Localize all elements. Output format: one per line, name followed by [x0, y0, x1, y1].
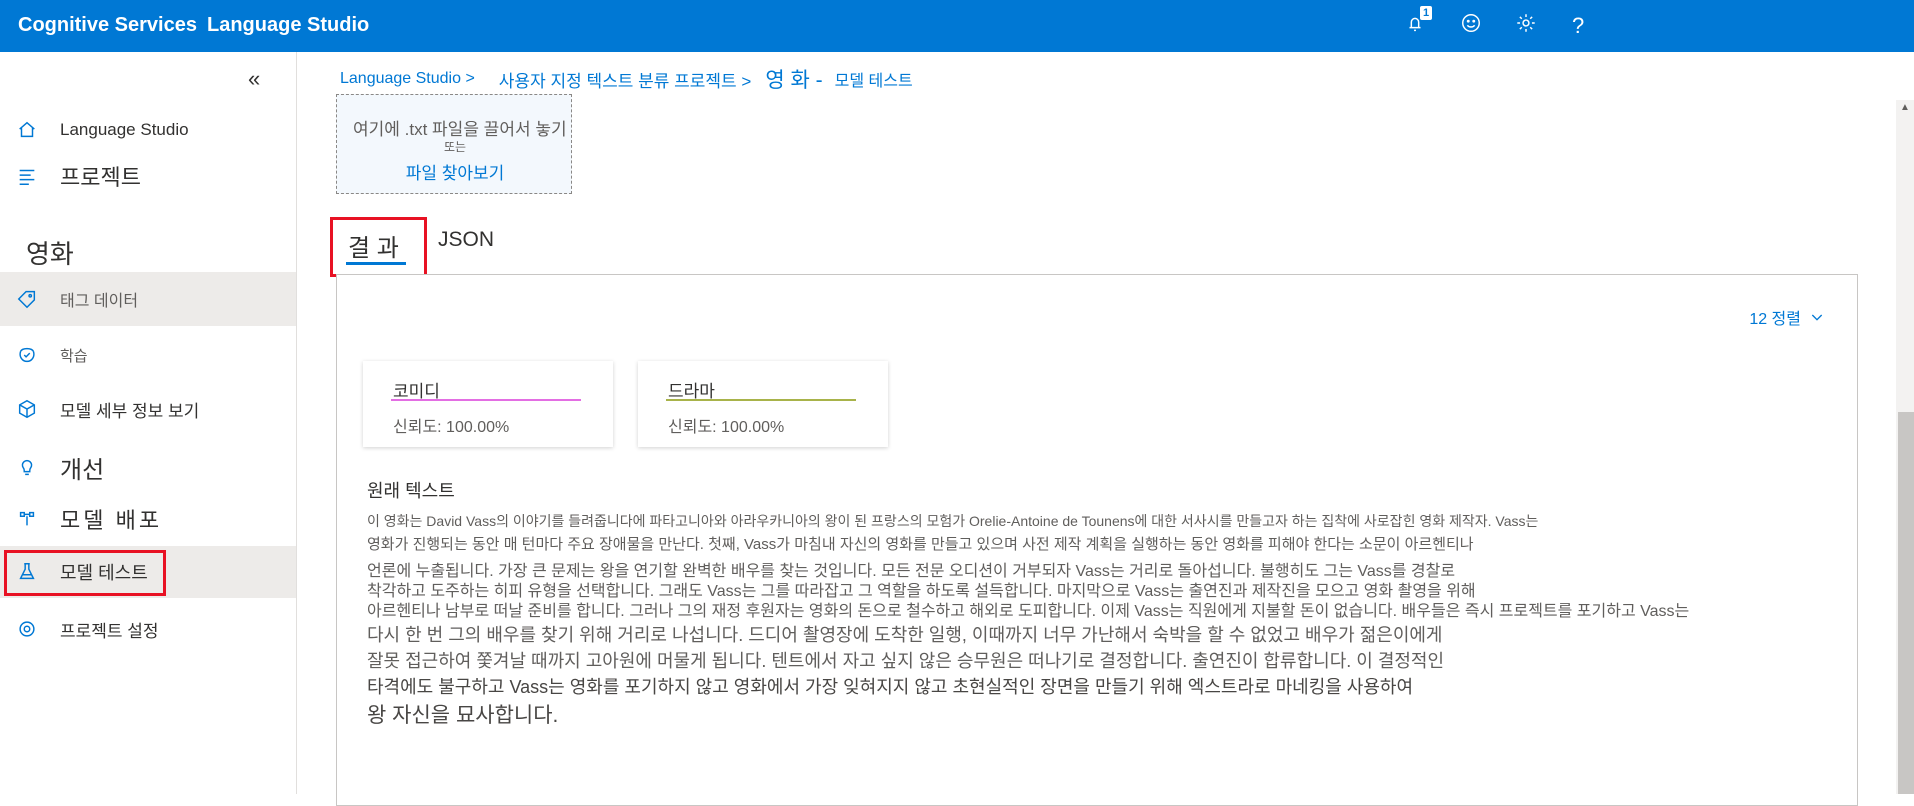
cube-icon [14, 396, 40, 422]
feedback-button[interactable] [1460, 12, 1488, 40]
sidebar-item-label: 프로젝트 [60, 165, 141, 190]
class-color-bar [391, 399, 581, 401]
brand-language-studio[interactable]: Language Studio [207, 14, 369, 37]
text-line: 영화가 진행되는 동안 매 턴마다 주요 장애물을 만난다. 첫째, Vass가… [367, 536, 1474, 553]
help-button[interactable]: ? [1572, 12, 1600, 40]
home-icon [14, 117, 40, 143]
class-confidence: 신뢰도: 100.00% [668, 419, 785, 436]
text-line: 왕 자신을 묘사합니다. [367, 704, 559, 727]
notification-badge: 1 [1420, 6, 1432, 20]
help-icon: ? [1572, 13, 1585, 38]
or-text: 또는 [443, 140, 467, 154]
lightbulb-icon [14, 454, 40, 480]
scroll-up-icon[interactable]: ▲ [1900, 102, 1910, 113]
highlight-box [4, 550, 166, 596]
file-drop-zone[interactable]: 여기에 .txt 파일을 끌어서 놓기 또는 파일 찾아보기 [336, 94, 572, 194]
sidebar-item-label: Language Studio [60, 120, 189, 139]
sidebar-item-model-details[interactable]: 모델 세부 정보 보기 [0, 384, 296, 434]
improve-heading: 개선 [60, 456, 105, 484]
class-card-drama: 드라마 신뢰도: 100.00% [638, 361, 888, 447]
scrollbar-thumb[interactable] [1898, 412, 1914, 794]
sidebar-item-label: 학습 [60, 347, 88, 365]
smiley-icon [1462, 14, 1480, 32]
breadcrumb-language-studio[interactable]: Language Studio > [340, 70, 475, 88]
tab-json[interactable]: JSON [438, 228, 494, 252]
deploy-icon [14, 506, 40, 532]
train-icon [14, 342, 40, 368]
sort-label: 12 정렬 [1749, 311, 1801, 328]
gear-icon [1517, 14, 1535, 32]
text-line: 잘못 접근하여 쫓겨날 때까지 고아원에 머물게 됩니다. 텐트에서 자고 싶지… [367, 651, 1445, 671]
breadcrumb: Language Studio > 사용자 지정 텍스트 분류 프로젝트 > 영… [340, 66, 913, 92]
sidebar-item-language-studio[interactable]: Language Studio [0, 110, 296, 150]
tag-icon [14, 286, 40, 312]
sidebar: « Language Studio 프로젝트 영화 태그 데이터 학습 모델 세… [0, 52, 297, 794]
chevron-down-icon [1811, 314, 1823, 321]
drop-instructions: 여기에 .txt 파일을 끌어서 놓기 [353, 120, 567, 139]
sidebar-item-train[interactable]: 학습 [0, 330, 296, 380]
breadcrumb-project[interactable]: 영 화 - [765, 64, 822, 94]
top-bar: Cognitive Services Language Studio 1 ? [0, 0, 1914, 52]
sidebar-item-deploy[interactable]: 모델 배포 [0, 496, 296, 542]
settings-button[interactable] [1515, 12, 1543, 40]
original-text-title: 원래 텍스트 [367, 481, 455, 501]
browse-files-link[interactable]: 파일 찾아보기 [337, 159, 573, 184]
text-line: 이 영화는 David Vass의 이야기를 들려줍니다에 파타고니아와 아라우… [367, 513, 1539, 529]
gear-icon [14, 616, 40, 642]
results-panel: 12 정렬 코미디 신뢰도: 100.00% 드라마 신뢰도: 100.00% … [336, 274, 1858, 806]
project-name-heading: 영화 [26, 239, 74, 269]
text-line: 다시 한 번 그의 배우를 찾기 위해 거리로 나섭니다. 드디어 촬영장에 도… [367, 625, 1443, 645]
sidebar-item-tag-data[interactable]: 태그 데이터 [0, 272, 296, 326]
class-confidence: 신뢰도: 100.00% [393, 419, 510, 436]
sidebar-item-projects[interactable]: 프로젝트 [0, 154, 296, 198]
highlight-box [330, 217, 427, 277]
sidebar-item-label: 모델 세부 정보 보기 [60, 401, 200, 421]
class-card-comedy: 코미디 신뢰도: 100.00% [363, 361, 613, 447]
sort-dropdown[interactable]: 12 정렬 [1749, 305, 1825, 329]
notifications-button[interactable]: 1 [1404, 6, 1432, 40]
collapse-sidebar-button[interactable]: « [248, 66, 260, 92]
sidebar-item-label: 태그 데이터 [60, 293, 139, 310]
list-icon [14, 163, 40, 189]
brand-cognitive-services[interactable]: Cognitive Services [18, 14, 197, 37]
sidebar-item-label: 프로젝트 설정 [60, 621, 159, 641]
breadcrumb-current-page: 모델 테스트 [834, 73, 913, 90]
sidebar-item-label: 모델 배포 [60, 508, 163, 533]
text-line: 타격에도 불구하고 Vass는 영화를 포기하지 않고 영화에서 가장 잊혀지지… [367, 677, 1414, 697]
class-color-bar [666, 399, 856, 401]
breadcrumb-project-type[interactable]: 사용자 지정 텍스트 분류 프로젝트 > [499, 67, 752, 92]
sidebar-item-project-settings[interactable]: 프로젝트 설정 [0, 604, 296, 654]
text-line: 아르헨티나 남부로 떠날 준비를 합니다. 그러나 그의 재정 후원자는 영화의… [367, 603, 1690, 620]
sidebar-section-improve: 개선 [0, 444, 296, 490]
